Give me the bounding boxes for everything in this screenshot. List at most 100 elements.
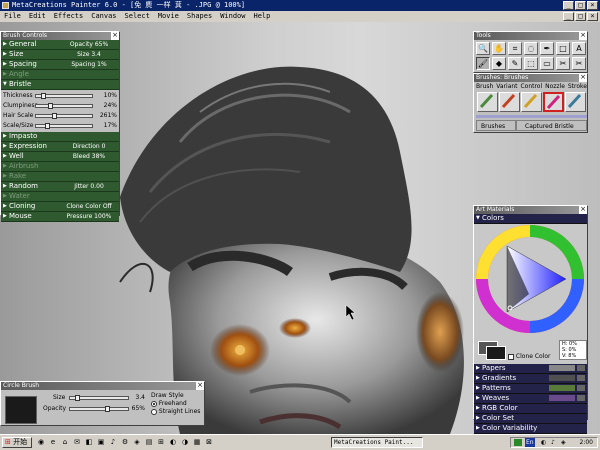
painter-app-icon[interactable] (2, 2, 9, 9)
section-menu-icon[interactable] (577, 395, 585, 401)
straight-lines-radio[interactable] (151, 408, 157, 415)
tab-control[interactable]: Control (520, 83, 542, 90)
menu-select[interactable]: Select (125, 11, 150, 22)
bc-row-well[interactable]: ▶ Well Bleed 38% (1, 152, 119, 162)
bc-row-airbrush[interactable]: ▶ Airbrush (1, 162, 119, 172)
circle-brush-title-bar[interactable]: Circle Brush × (1, 382, 204, 390)
menu-window[interactable]: Window (220, 11, 245, 22)
bc-row-rake[interactable]: ▶ Rake (1, 172, 119, 182)
grabber-tool-button[interactable]: ✋ (492, 42, 506, 55)
brush-variant-button[interactable] (521, 92, 542, 112)
brush-scrollbar[interactable] (476, 115, 587, 118)
menu-shapes[interactable]: Shapes (187, 11, 212, 22)
close-icon[interactable]: × (579, 74, 587, 82)
section-menu-icon[interactable] (577, 385, 585, 391)
text-tool-button[interactable]: A (572, 42, 586, 55)
section-menu-icon[interactable] (577, 375, 585, 381)
input-language-indicator[interactable]: En (525, 438, 535, 447)
doc-restore-button[interactable]: □ (575, 12, 586, 21)
quick-launch-icon[interactable]: ◐ (168, 438, 178, 447)
brush-category-select[interactable]: Brushes (476, 120, 516, 131)
quick-launch-icon[interactable]: e (48, 438, 58, 447)
size-slider[interactable] (69, 395, 129, 401)
start-button[interactable]: ⊞ 开始 (2, 437, 32, 448)
menu-file[interactable]: File (4, 11, 21, 22)
bc-row-spacing[interactable]: ▶ Spacing Spacing 1% (1, 60, 119, 70)
bc-row-impasto[interactable]: ▶ Impasto (1, 132, 119, 142)
quick-launch-icon[interactable]: ✉ (72, 438, 82, 447)
size-slider-thumb[interactable] (75, 395, 80, 401)
brush-tool-button[interactable]: 🖌 (476, 57, 490, 70)
close-icon[interactable]: × (196, 382, 204, 390)
brush-controls-title-bar[interactable]: Brush Controls × (1, 32, 119, 40)
opacity-slider[interactable] (69, 406, 129, 412)
quick-launch-icon[interactable]: ◧ (84, 438, 94, 447)
color-swatches[interactable] (478, 341, 506, 360)
quick-launch-icon[interactable]: ◉ (36, 438, 46, 447)
maximize-button[interactable]: □ (575, 1, 586, 10)
pen-tool-button[interactable]: ✒ (540, 42, 554, 55)
quick-launch-icon[interactable]: ◈ (132, 438, 142, 447)
slider-track[interactable] (35, 93, 93, 99)
quick-launch-icon[interactable]: ♪ (108, 438, 118, 447)
section-swatch[interactable] (549, 395, 575, 401)
quick-launch-icon[interactable]: ▤ (144, 438, 154, 447)
tab-variant[interactable]: Variant (496, 83, 517, 90)
slider-thumb[interactable] (48, 103, 53, 109)
doc-close-button[interactable]: × (587, 12, 598, 21)
minimize-button[interactable]: _ (563, 1, 574, 10)
quick-launch-icon[interactable]: ▦ (192, 438, 202, 447)
color-wheel[interactable] (474, 224, 587, 340)
bc-row-angle[interactable]: ▶ Angle (1, 70, 119, 80)
slider-track[interactable] (35, 103, 93, 109)
section-weaves[interactable]: ▶ Weaves (474, 394, 587, 404)
close-icon[interactable]: × (579, 32, 587, 40)
bc-row-cloning[interactable]: ▶ Cloning Clone Color Off (1, 202, 119, 212)
brush-variant-button[interactable] (565, 92, 586, 112)
quick-launch-icon[interactable]: ▣ (96, 438, 106, 447)
tray-app-icon[interactable]: ◈ (561, 438, 566, 447)
menu-effects[interactable]: Effects (54, 11, 84, 22)
quick-launch-icon[interactable]: ◑ (180, 438, 190, 447)
section-color-set[interactable]: ▶ Color Set (474, 414, 587, 424)
bristle-row[interactable]: ▼ Bristle (1, 80, 119, 90)
dropper-tool-button[interactable]: ✎ (508, 57, 522, 70)
clone-color-checkbox[interactable] (508, 353, 514, 360)
scissors-tool-button[interactable]: ✂ (556, 57, 570, 70)
paint-bucket-tool-button[interactable]: ◆ (492, 57, 506, 70)
tab-brush[interactable]: Brush (476, 83, 493, 90)
menu-edit[interactable]: Edit (29, 11, 46, 22)
brush-variant-select[interactable]: Captured Bristle (516, 120, 587, 131)
colors-section-header[interactable]: ▼ Colors (474, 214, 587, 224)
lasso-tool-button[interactable]: ◌ (524, 42, 538, 55)
doc-minimize-button[interactable]: _ (563, 12, 574, 21)
opacity-slider-thumb[interactable] (105, 406, 110, 412)
close-icon[interactable]: × (111, 32, 119, 40)
section-swatch[interactable] (549, 375, 575, 381)
bc-row-water[interactable]: ▶ Water (1, 192, 119, 202)
section-patterns[interactable]: ▶ Patterns (474, 384, 587, 394)
menu-canvas[interactable]: Canvas (91, 11, 116, 22)
brushes-title-bar[interactable]: Brushes: Brushes × (474, 74, 587, 82)
network-icon[interactable] (514, 439, 522, 446)
ime-icon[interactable]: ◐ (541, 438, 546, 447)
primary-color-swatch[interactable] (486, 346, 506, 360)
eraser-tool-button[interactable]: ⬚ (524, 57, 538, 70)
slider-thumb[interactable] (52, 113, 57, 119)
slider-track[interactable] (35, 113, 93, 119)
slider-thumb[interactable] (41, 93, 46, 99)
tools-title-bar[interactable]: Tools × (474, 32, 587, 40)
quick-launch-icon[interactable]: ⌂ (60, 438, 70, 447)
bc-row-expression[interactable]: ▶ Expression Direction 0 (1, 142, 119, 152)
slider-track[interactable] (35, 123, 93, 129)
brush-variant-button[interactable] (499, 92, 520, 112)
freehand-radio[interactable] (151, 400, 157, 407)
menu-movie[interactable]: Movie (158, 11, 179, 22)
tab-nozzle[interactable]: Nozzle (545, 83, 565, 90)
section-rgb-color[interactable]: ▶ RGB Color (474, 404, 587, 414)
brush-variant-button[interactable] (543, 92, 564, 112)
close-icon[interactable]: × (579, 206, 587, 214)
taskbar-painter-button[interactable]: MetaCreations Paint... (331, 437, 423, 448)
section-papers[interactable]: ▶ Papers (474, 364, 587, 374)
bc-row-general[interactable]: ▶ General Opacity 65% (1, 40, 119, 50)
